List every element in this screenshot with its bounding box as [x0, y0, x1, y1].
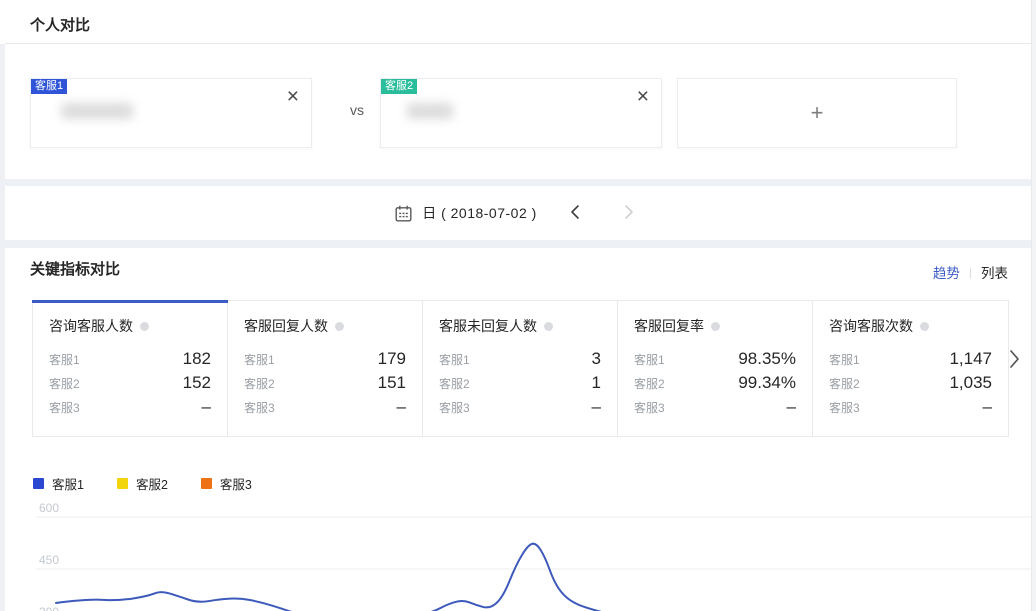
- metric-title: 咨询客服人数: [49, 316, 133, 336]
- metric-card-consult-sessions[interactable]: 咨询客服次数 客服11,147 客服21,035 客服3–: [813, 301, 1008, 436]
- metric-card-consult-visitors[interactable]: 咨询客服人数 客服1182 客服2152 客服3–: [33, 301, 228, 436]
- metric-row: 客服1179: [244, 347, 406, 371]
- metric-row: 客服198.35%: [634, 347, 796, 371]
- agent-2-name-redacted: [407, 103, 453, 119]
- close-icon[interactable]: ×: [287, 87, 299, 107]
- agent-2-badge: 客服2: [381, 79, 417, 94]
- view-toggle: 趋势 | 列表: [933, 262, 1008, 282]
- metric-row: 客服3–: [49, 395, 211, 419]
- scrollbar[interactable]: [1031, 0, 1036, 611]
- plus-icon: +: [811, 100, 824, 126]
- vs-label: vs: [340, 102, 374, 118]
- close-icon[interactable]: ×: [637, 87, 649, 107]
- metric-row: 客服299.34%: [634, 371, 796, 395]
- agent-card-2[interactable]: 客服2 ×: [380, 78, 662, 148]
- section-divider: [0, 179, 1036, 186]
- add-agent-button[interactable]: +: [677, 78, 957, 148]
- metric-row: 客服2151: [244, 371, 406, 395]
- agent-1-badge: 客服1: [31, 79, 67, 94]
- chevron-left-icon: [569, 204, 581, 223]
- legend-swatch: [117, 478, 128, 489]
- metric-row: 客服11,147: [829, 347, 992, 371]
- info-dot-icon: [544, 322, 553, 331]
- agent-card-1[interactable]: 客服1 ×: [30, 78, 312, 148]
- active-card-indicator: [32, 300, 228, 303]
- prev-day-button[interactable]: [563, 202, 587, 225]
- svg-text:600: 600: [39, 501, 59, 515]
- metric-row: 客服2152: [49, 371, 211, 395]
- metric-cards: 咨询客服人数 客服1182 客服2152 客服3– 客服回复人数 客服1179 …: [32, 300, 1009, 437]
- legend-item-agent1[interactable]: 客服1: [33, 474, 84, 493]
- info-dot-icon: [920, 322, 929, 331]
- metric-card-replied-visitors[interactable]: 客服回复人数 客服1179 客服2151 客服3–: [228, 301, 423, 436]
- info-dot-icon: [140, 322, 149, 331]
- legend-swatch: [33, 478, 44, 489]
- metric-title: 客服回复人数: [244, 316, 328, 336]
- svg-text:300: 300: [39, 605, 59, 611]
- metric-row: 客服3–: [439, 395, 601, 419]
- date-bar: 日 ( 2018-07-02 ): [5, 186, 1031, 240]
- metric-title: 咨询客服次数: [829, 316, 913, 336]
- agent-1-name-redacted: [61, 103, 133, 119]
- date-label[interactable]: 日 ( 2018-07-02 ): [422, 203, 537, 223]
- personal-comparison-header: 个人对比: [5, 0, 1031, 44]
- chevron-right-icon: [1009, 357, 1020, 372]
- legend-item-agent3[interactable]: 客服3: [201, 474, 252, 493]
- metric-row: 客服3–: [634, 395, 796, 419]
- metric-card-reply-rate[interactable]: 客服回复率 客服198.35% 客服299.34% 客服3–: [618, 301, 813, 436]
- metric-card-unreplied-visitors[interactable]: 客服未回复人数 客服13 客服21 客服3–: [423, 301, 618, 436]
- chevron-right-icon: [623, 204, 635, 223]
- metric-row: 客服21: [439, 371, 601, 395]
- metric-row: 客服3–: [829, 395, 992, 419]
- tab-list[interactable]: 列表: [981, 262, 1008, 282]
- agent-selection-row: 客服1 × vs 客服2 × +: [5, 45, 1031, 179]
- tab-trend[interactable]: 趋势: [933, 262, 960, 282]
- metric-row: 客服1182: [49, 347, 211, 371]
- key-metrics-section: 关键指标对比 趋势 | 列表 咨询客服人数 客服1182 客服2152 客服3–…: [5, 248, 1031, 611]
- metric-row: 客服3–: [244, 395, 406, 419]
- metric-title: 客服回复率: [634, 316, 704, 336]
- dashboard-page: 个人对比 客服1 × vs 客服2 × + 日 ( 2: [0, 0, 1036, 611]
- chart-legend: 客服1 客服2 客服3: [33, 474, 252, 493]
- info-dot-icon: [711, 322, 720, 331]
- next-day-button[interactable]: [617, 202, 641, 225]
- metric-row: 客服21,035: [829, 371, 992, 395]
- toggle-divider: |: [969, 265, 972, 279]
- section-divider: [0, 240, 1036, 248]
- calendar-icon[interactable]: [395, 205, 412, 222]
- metric-row: 客服13: [439, 347, 601, 371]
- page-title: 个人对比: [30, 0, 1031, 35]
- cards-next-button[interactable]: [1005, 345, 1024, 376]
- legend-item-agent2[interactable]: 客服2: [117, 474, 168, 493]
- legend-swatch: [201, 478, 212, 489]
- info-dot-icon: [335, 322, 344, 331]
- trend-line-chart: 600 450 300: [36, 500, 1032, 611]
- svg-text:450: 450: [39, 553, 59, 567]
- section-title: 关键指标对比: [30, 258, 120, 279]
- metric-title: 客服未回复人数: [439, 316, 537, 336]
